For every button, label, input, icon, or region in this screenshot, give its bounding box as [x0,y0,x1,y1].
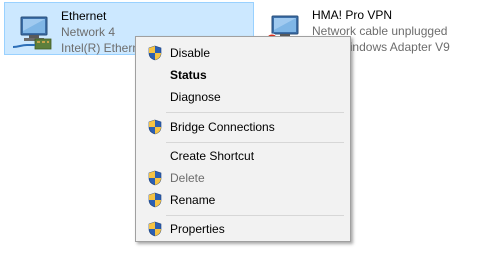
menu-item-label: Diagnose [170,90,221,104]
uac-shield-icon [148,221,162,237]
menu-item-label: Delete [170,171,205,185]
menu-separator [166,142,344,143]
uac-shield-icon [148,45,162,61]
uac-shield-icon [148,119,162,135]
menu-separator [166,215,344,216]
menu-item-label: Bridge Connections [170,120,275,134]
menu-item-create-shortcut[interactable]: Create Shortcut [138,145,348,167]
uac-shield-icon [148,192,162,208]
menu-item-bridge-connections[interactable]: Bridge Connections [138,116,348,138]
menu-item-label: Status [170,68,207,82]
menu-item-properties[interactable]: Properties [138,218,348,240]
network-adapter-icon [12,16,52,50]
menu-item-label: Create Shortcut [170,149,255,163]
adapter-name: HMA! Pro VPN [312,8,393,22]
menu-item-disable[interactable]: Disable [138,42,348,64]
menu-item-label: Disable [170,46,211,60]
menu-item-delete[interactable]: Delete [138,167,348,189]
menu-item-rename[interactable]: Rename [138,189,348,211]
menu-item-status[interactable]: Status [138,64,348,86]
menu-item-label: Properties [170,222,225,236]
menu-separator [166,112,344,113]
context-menu: Disable Status Diagnose Bridge Connectio… [135,36,351,242]
adapter-name: Ethernet [61,9,107,23]
menu-item-label: Rename [170,193,216,207]
menu-item-diagnose[interactable]: Diagnose [138,86,348,108]
uac-shield-icon [148,170,162,186]
